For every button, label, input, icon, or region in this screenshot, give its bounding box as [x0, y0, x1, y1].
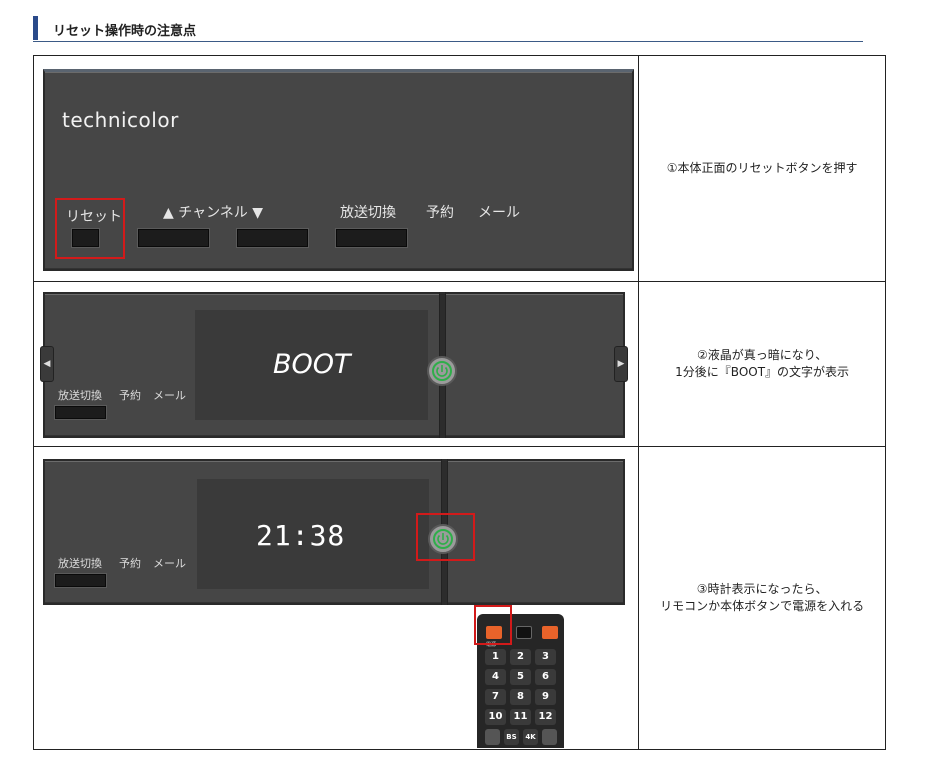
mail-label: メール	[153, 389, 186, 402]
device-front-panel-boot: BOOT ◀ ▶ 放送切換 予約 メール	[40, 292, 628, 438]
step3-text-line1: ③時計表示になったら、	[696, 582, 828, 596]
remote-key-5[interactable]: 5	[510, 669, 531, 685]
power-button[interactable]	[427, 356, 457, 386]
remote-key-3[interactable]: 3	[535, 649, 556, 665]
channel-up-button[interactable]	[138, 229, 209, 247]
remote-key-12[interactable]: 12	[535, 709, 556, 725]
broadcast-switch-label: 放送切換	[58, 389, 102, 402]
channel-down-button[interactable]	[237, 229, 308, 247]
boot-text: BOOT	[273, 349, 351, 380]
table-row: 21:38 放送切換 予約 メール 電源 1 2 3 4 5 6 7 8 9 1…	[32, 446, 886, 750]
remote-key-1[interactable]: 1	[485, 649, 506, 665]
power-icon	[432, 361, 452, 381]
left-arrow-icon: ◀	[40, 346, 54, 382]
remote-key-10[interactable]: 10	[485, 709, 506, 725]
section-heading: リセット操作時の注意点	[33, 14, 863, 42]
table-row: technicolor リセット ▲ チャンネル ▼ 放送切換 予約 メール ①…	[32, 55, 886, 282]
remote-key-6[interactable]: 6	[535, 669, 556, 685]
remote-key-4[interactable]: 4	[485, 669, 506, 685]
remote-key-9[interactable]: 9	[535, 689, 556, 705]
remote-key-11[interactable]: 11	[510, 709, 531, 725]
right-arrow-icon: ▶	[614, 346, 628, 382]
step1-text: ①本体正面のリセットボタンを押す	[666, 161, 858, 175]
clock-text: 21:38	[256, 519, 346, 552]
heading-accent-bar	[33, 16, 38, 40]
step3-description: ③時計表示になったら、 リモコンか本体ボタンで電源を入れる	[638, 446, 886, 750]
remote-tv-power-button[interactable]	[542, 626, 558, 639]
remote-power-highlight-box	[474, 605, 512, 645]
power-highlight-box	[416, 513, 475, 561]
remote-key-4k[interactable]: 4K	[523, 729, 538, 745]
broadcast-switch-button[interactable]	[336, 229, 407, 247]
remote-key-2[interactable]: 2	[510, 649, 531, 665]
broadcast-switch-label: 放送切換	[58, 557, 102, 570]
broadcast-switch-label: 放送切換	[340, 205, 396, 221]
remote-key-terrestrial[interactable]	[485, 729, 500, 745]
channel-label: ▲ チャンネル ▼	[163, 205, 264, 221]
lcd-display: BOOT	[195, 310, 428, 420]
remote-key-cs[interactable]	[542, 729, 557, 745]
lcd-display: 21:38	[197, 479, 429, 589]
broadcast-switch-button[interactable]	[55, 574, 106, 587]
mail-label: メール	[478, 205, 520, 221]
device-front-panel-clock: 21:38 放送切換 予約 メール	[43, 459, 625, 605]
step2-description: ②液晶が真っ暗になり、 1分後に『BOOT』の文字が表示	[638, 281, 886, 447]
step2-text-line2: 1分後に『BOOT』の文字が表示	[675, 365, 850, 379]
step3-text-line2: リモコンか本体ボタンで電源を入れる	[660, 599, 865, 613]
brand-logo: technicolor	[62, 108, 179, 132]
remote-key-7[interactable]: 7	[485, 689, 506, 705]
step1-description: ①本体正面のリセットボタンを押す	[638, 55, 886, 282]
remote-input-button[interactable]	[516, 626, 532, 639]
table-row: BOOT ◀ ▶ 放送切換 予約 メール ②液晶が真っ暗になり、 1分後に『BO…	[32, 281, 886, 447]
step3-image-cell: 21:38 放送切換 予約 メール 電源 1 2 3 4 5 6 7 8 9 1…	[32, 446, 640, 750]
step1-image-cell: technicolor リセット ▲ チャンネル ▼ 放送切換 予約 メール	[32, 55, 640, 282]
mail-label: メール	[153, 557, 186, 570]
broadcast-switch-button[interactable]	[55, 406, 106, 419]
instruction-table: technicolor リセット ▲ チャンネル ▼ 放送切換 予約 メール ①…	[32, 55, 886, 750]
reservation-label: 予約	[119, 557, 141, 570]
page-title: リセット操作時の注意点	[53, 24, 197, 39]
remote-key-8[interactable]: 8	[510, 689, 531, 705]
reservation-label: 予約	[119, 389, 141, 402]
reservation-label: 予約	[426, 205, 454, 221]
reset-highlight-box	[55, 198, 125, 259]
step2-image-cell: BOOT ◀ ▶ 放送切換 予約 メール	[32, 281, 640, 447]
remote-key-bs[interactable]: BS	[504, 729, 519, 745]
step2-text-line1: ②液晶が真っ暗になり、	[696, 348, 828, 362]
device-front-panel: technicolor リセット ▲ チャンネル ▼ 放送切換 予約 メール	[43, 69, 634, 271]
